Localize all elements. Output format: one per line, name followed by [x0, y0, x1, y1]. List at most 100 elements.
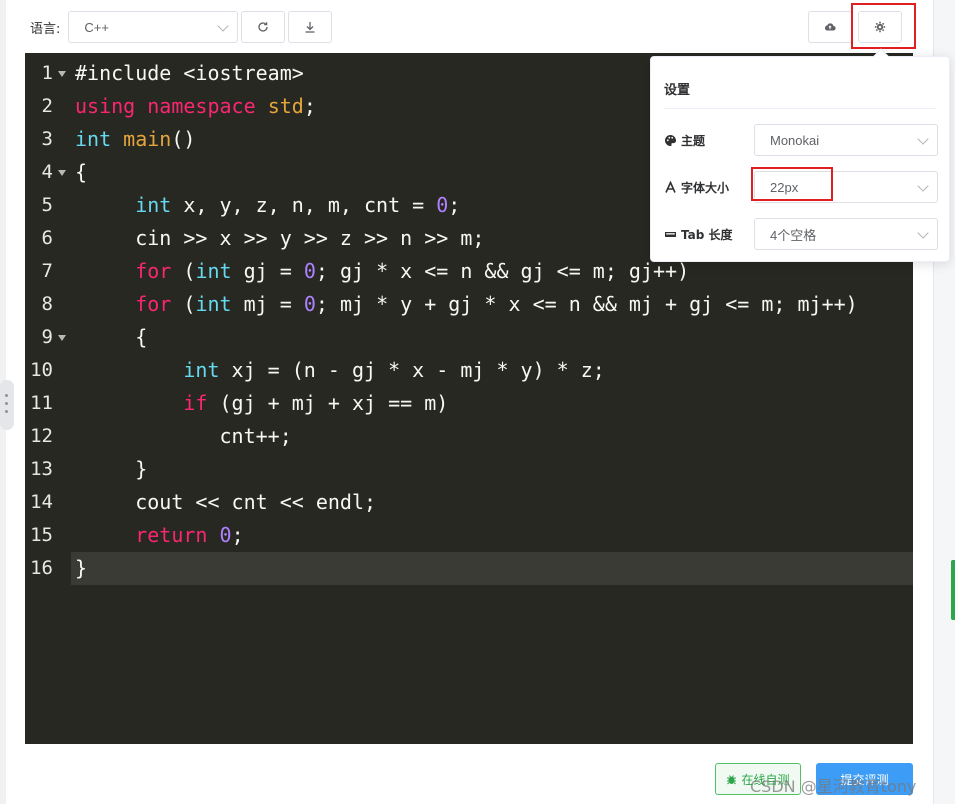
chevron-down-icon: [217, 20, 230, 32]
code-token: main: [123, 127, 172, 151]
line-number: 12: [30, 425, 53, 447]
code-token: gj =: [231, 259, 304, 283]
code-line[interactable]: int xj = (n - gj * x - mj * y) * z;: [75, 354, 605, 387]
palette-icon: [665, 134, 676, 146]
settings-title: 设置: [664, 83, 691, 98]
code-token: (gj + mj + xj == m): [207, 391, 449, 415]
chevron-down-icon: [917, 227, 929, 239]
line-number: 8: [41, 293, 53, 315]
download-icon: [305, 22, 315, 33]
download-code-button[interactable]: [288, 11, 333, 43]
fold-arrow-icon[interactable]: [58, 71, 66, 77]
code-line[interactable]: if (gj + mj + xj == m): [75, 387, 448, 420]
active-line-highlight: [71, 552, 913, 585]
code-line[interactable]: for (int mj = 0; mj * y + gj * x <= n &&…: [75, 288, 858, 321]
code-token: std: [267, 94, 304, 118]
code-line[interactable]: {: [75, 156, 87, 189]
bug-icon: [727, 774, 737, 784]
code-line[interactable]: int main(): [75, 123, 195, 156]
line-number: 6: [41, 227, 53, 249]
code-line[interactable]: {: [75, 321, 147, 354]
code-line[interactable]: }: [75, 552, 87, 585]
code-line[interactable]: int x, y, z, n, m, cnt = 0;: [75, 189, 460, 222]
code-line[interactable]: #include <iostream>: [75, 57, 304, 90]
language-select-value: C++: [84, 19, 109, 35]
reset-code-button[interactable]: [241, 11, 286, 43]
page: 语言: C++ 1 #include <iostream> 2 using names…: [0, 0, 955, 804]
code-token: {: [75, 160, 88, 184]
side-tab-indicator[interactable]: [951, 560, 955, 620]
tab-length-row: Tab 长度 4个空格: [664, 218, 938, 250]
code-token: int: [183, 358, 220, 382]
language-select[interactable]: C++: [68, 11, 239, 43]
code-token: using: [75, 94, 136, 118]
code-line[interactable]: }: [75, 453, 147, 486]
cloud-upload-icon: [825, 23, 836, 31]
code-token: xj = (n - gj * x - mj * y) * z;: [219, 358, 605, 382]
refresh-icon: [258, 22, 269, 32]
tab-length-select[interactable]: 4个空格: [754, 218, 938, 250]
line-number: 16: [30, 557, 53, 579]
tab-length-select-value: 4个空格: [770, 227, 817, 243]
upload-button[interactable]: [808, 11, 852, 43]
code-line[interactable]: cout << cnt << endl;: [75, 486, 376, 519]
code-token: mj =: [231, 292, 304, 316]
code-line[interactable]: for (int gj = 0; gj * x <= n && gj <= m;…: [75, 255, 689, 288]
line-number: 7: [41, 260, 53, 282]
line-number: 14: [30, 491, 53, 513]
resize-handle[interactable]: [0, 380, 14, 430]
code-line[interactable]: using namespace std;: [75, 90, 316, 123]
left-panel-edge: [0, 0, 14, 804]
code-token: (: [171, 292, 196, 316]
code-line[interactable]: cin >> x >> y >> z >> n >> m;: [75, 222, 484, 255]
popover-arrow: [872, 48, 890, 66]
code-token: }: [75, 556, 88, 580]
watermark: CSDN @星河教育tony: [750, 777, 917, 796]
chevron-down-icon: [917, 180, 929, 192]
theme-select[interactable]: Monokai: [754, 124, 938, 156]
code-token: {: [75, 325, 148, 349]
code-line[interactable]: cnt++;: [75, 420, 292, 453]
code-token: int: [195, 259, 232, 283]
editor-toolbar: 语言: C++: [30, 11, 333, 43]
code-token: 0: [219, 523, 232, 547]
code-token: x, y, z, n, m, cnt =: [171, 193, 437, 217]
theme-select-value: Monokai: [770, 132, 820, 148]
chevron-down-icon: [917, 133, 929, 145]
code-token: 0: [303, 259, 316, 283]
fold-arrow-icon[interactable]: [58, 170, 66, 176]
font-icon: [665, 180, 676, 193]
code-token: 0: [303, 292, 316, 316]
code-token: ;: [303, 94, 316, 118]
code-line[interactable]: return 0;: [75, 519, 243, 552]
code-token: cnt++;: [75, 424, 292, 448]
line-number: 2: [41, 95, 53, 117]
theme-row: 主题 Monokai: [664, 124, 938, 156]
code-token: }: [75, 457, 148, 481]
code-token: ;: [448, 193, 461, 217]
settings-divider: [664, 108, 936, 109]
font-size-label: 字体大小: [681, 180, 730, 195]
fold-arrow-icon[interactable]: [58, 335, 66, 341]
language-label: 语言:: [30, 21, 61, 37]
tab-length-label: Tab 长度: [681, 227, 733, 242]
line-number: 3: [41, 128, 53, 150]
font-size-label-wrap: 字体大小: [664, 179, 754, 196]
theme-label-wrap: 主题: [664, 132, 754, 149]
line-number: 13: [30, 458, 53, 480]
code-token: (): [171, 127, 196, 151]
settings-popover: 设置 主题 Monokai 字体大小 22px Tab 长度 4个空格: [650, 48, 950, 262]
code-token: int: [195, 292, 232, 316]
line-number: 11: [30, 392, 53, 414]
code-token: namespace: [147, 94, 256, 118]
line-number: 10: [30, 359, 53, 381]
code-token: if: [183, 391, 208, 415]
